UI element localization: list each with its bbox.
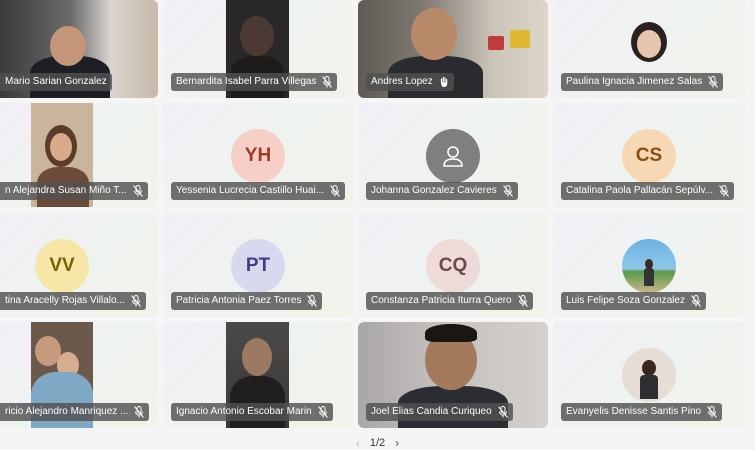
participant-name: Evanyelis Denisse Santis Pino [566, 406, 702, 417]
participant-initials-avatar: CS [622, 129, 676, 183]
participant-tile[interactable]: Johanna Gonzalez Cavieres [358, 103, 548, 207]
participant-tile[interactable]: Paulina Ignacia Jimenez Salas [553, 0, 745, 98]
participant-name: Andres Lopez [371, 76, 433, 87]
mic-muted-icon [132, 185, 143, 197]
participant-name-tag: ricio Alejandro Manriquez ... [0, 403, 150, 421]
participant-name: Johanna Gonzalez Cavieres [371, 185, 497, 196]
participant-tile[interactable]: Luis Felipe Soza Gonzalez [553, 213, 745, 317]
participant-grid: Mario Sarian Gonzalez Bernardita Isabel … [0, 0, 755, 430]
participant-initials-avatar: CQ [426, 239, 480, 293]
participant-photo-avatar [622, 239, 676, 293]
participant-name-tag: Ignacio Antonio Escobar Marin [171, 403, 333, 421]
mic-muted-icon [691, 295, 701, 307]
mic-muted-icon [497, 406, 508, 418]
mic-muted-icon [307, 295, 318, 307]
participant-name: Paulina Ignacia Jimenez Salas [566, 76, 703, 87]
mic-muted-icon [719, 185, 730, 197]
participant-name-tag: Bernardita Isabel Parra Villegas [171, 73, 338, 91]
participant-name: Constanza Patricia Iturra Quero [371, 295, 512, 306]
participant-name-tag: Johanna Gonzalez Cavieres [366, 182, 518, 200]
participant-tile[interactable]: VV tina Aracelly Rojas Villalo... [0, 213, 158, 317]
participant-name: tina Aracelly Rojas Villalo... [5, 295, 125, 306]
participant-name: Yessenia Lucrecia Castillo Huai... [176, 185, 325, 196]
participant-name: Catalina Paola Pallacán Sepúlv... [566, 185, 714, 196]
mic-muted-icon [322, 76, 333, 88]
participant-tile[interactable]: YH Yessenia Lucrecia Castillo Huai... [163, 103, 353, 207]
person-icon [443, 146, 463, 167]
participant-tile[interactable]: CQ Constanza Patricia Iturra Quero [358, 213, 548, 317]
participant-name-tag: Joel Elias Candia Curiqueo [366, 403, 513, 421]
mic-muted-icon [708, 76, 719, 88]
participant-tile[interactable]: ricio Alejandro Manriquez ... [0, 322, 158, 428]
chevron-right-icon[interactable]: › [395, 436, 399, 450]
mic-muted-icon [130, 295, 141, 307]
participant-tile[interactable]: CS Catalina Paola Pallacán Sepúlv... [553, 103, 745, 207]
participant-name-tag: Andres Lopez [366, 73, 454, 91]
participant-name-tag: Yessenia Lucrecia Castillo Huai... [171, 182, 346, 200]
participant-photo-avatar [622, 18, 676, 72]
mic-muted-icon [517, 295, 528, 307]
participant-tile[interactable]: Evanyelis Denisse Santis Pino [553, 322, 745, 428]
raised-hand-icon [440, 76, 448, 87]
participant-photo-avatar [622, 348, 676, 402]
participant-name: Luis Felipe Soza Gonzalez [566, 295, 685, 306]
participant-initials-avatar: PT [231, 239, 285, 293]
chevron-left-icon[interactable]: ‹ [356, 436, 360, 450]
participant-name: n Alejandra Susan Miño T... [5, 185, 127, 196]
participant-tile[interactable]: Mario Sarian Gonzalez [0, 0, 158, 98]
participant-name: ricio Alejandro Manriquez ... [5, 406, 129, 417]
participant-name: Ignacio Antonio Escobar Marin [176, 406, 312, 417]
participant-tile[interactable]: Joel Elias Candia Curiqueo [358, 322, 548, 428]
participant-tile[interactable]: PT Patricia Antonia Paez Torres [163, 213, 353, 317]
mic-muted-icon [502, 185, 513, 197]
participant-initials-avatar: VV [35, 239, 89, 293]
participant-tile[interactable]: Ignacio Antonio Escobar Marin [163, 322, 353, 428]
mic-muted-icon [317, 406, 328, 418]
pagination: ‹ 1/2 › [0, 436, 755, 450]
mic-muted-icon [134, 406, 145, 418]
participant-name: Patricia Antonia Paez Torres [176, 295, 302, 306]
mic-muted-icon [707, 406, 717, 418]
participant-tile[interactable]: Bernardita Isabel Parra Villegas [163, 0, 353, 98]
participant-tile[interactable]: n Alejandra Susan Miño T... [0, 103, 158, 207]
participant-name-tag: Constanza Patricia Iturra Quero [366, 292, 533, 310]
page-indicator: 1/2 [369, 437, 386, 449]
participant-name-tag: Evanyelis Denisse Santis Pino [561, 403, 723, 421]
participant-tile[interactable]: Andres Lopez [358, 0, 548, 98]
participant-name: Mario Sarian Gonzalez [5, 76, 107, 87]
participant-name-tag: Luis Felipe Soza Gonzalez [561, 292, 706, 310]
participant-name: Joel Elias Candia Curiqueo [371, 406, 492, 417]
participant-name-tag: Paulina Ignacia Jimenez Salas [561, 73, 724, 91]
mic-muted-icon [330, 185, 340, 197]
participant-initials-avatar: YH [231, 129, 285, 183]
participant-name-tag: tina Aracelly Rojas Villalo... [0, 292, 146, 310]
participant-name: Bernardita Isabel Parra Villegas [176, 76, 317, 87]
participant-name-tag: Mario Sarian Gonzalez [0, 73, 112, 91]
participant-name-tag: Catalina Paola Pallacán Sepúlv... [561, 182, 735, 200]
participant-name-tag: Patricia Antonia Paez Torres [171, 292, 323, 310]
participant-name-tag: n Alejandra Susan Miño T... [0, 182, 148, 200]
participant-generic-avatar [426, 129, 480, 183]
